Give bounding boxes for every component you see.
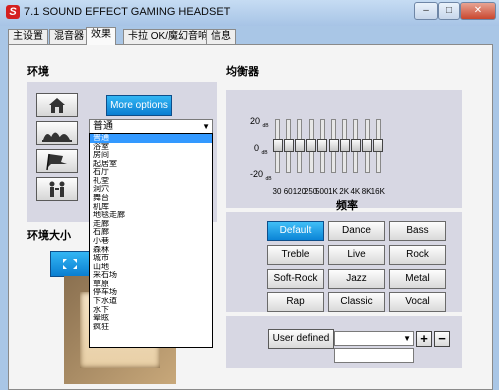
eq-slider-knob[interactable] (306, 139, 317, 152)
environment-option[interactable]: 石厅 (90, 168, 212, 177)
preset-button-rap[interactable]: Rap (267, 292, 324, 312)
environment-option[interactable]: 草原 (90, 280, 212, 289)
preset-button-classic[interactable]: Classic (328, 292, 385, 312)
environment-option[interactable]: 晕眩 (90, 314, 212, 323)
eq-slider-knob[interactable] (272, 139, 283, 152)
environment-option[interactable]: 普通 (90, 134, 212, 143)
environment-option[interactable]: 森林 (90, 246, 212, 255)
db-label-top: 20 dB (250, 116, 269, 129)
preset-button-treble[interactable]: Treble (267, 245, 324, 265)
environment-heading: 环境 (27, 66, 49, 78)
remove-preset-button[interactable]: − (434, 331, 450, 347)
environment-option[interactable]: 山地 (90, 263, 212, 272)
eq-slider-knob[interactable] (373, 139, 384, 152)
db-label-bottom: -20 dB (250, 169, 272, 182)
environment-option[interactable]: 采石场 (90, 271, 212, 280)
eq-slider-knob[interactable] (317, 139, 328, 152)
eq-slider-knob[interactable] (339, 139, 350, 152)
preset-button-metal[interactable]: Metal (389, 269, 446, 289)
environment-option[interactable]: 停车场 (90, 288, 212, 297)
environment-option[interactable]: 起居室 (90, 160, 212, 169)
preset-button-bass[interactable]: Bass (389, 221, 446, 241)
app-logo-icon: S (6, 5, 20, 19)
eq-slider-knob[interactable] (328, 139, 339, 152)
environment-option[interactable]: 洞穴 (90, 185, 212, 194)
maximize-button[interactable]: □ (438, 2, 460, 20)
environment-option[interactable]: 疯狂 (90, 323, 212, 332)
environment-option[interactable]: 城市 (90, 254, 212, 263)
preset-button-vocal[interactable]: Vocal (389, 292, 446, 312)
close-button[interactable]: ✕ (460, 2, 496, 20)
preset-button-soft-rock[interactable]: Soft-Rock (267, 269, 324, 289)
people-icon[interactable] (36, 177, 78, 201)
preset-button-default[interactable]: Default (267, 221, 324, 241)
environment-option[interactable]: 房间 (90, 151, 212, 160)
tab-main-settings[interactable]: 主设置 (8, 29, 48, 44)
opera-house-icon[interactable] (36, 121, 78, 145)
eq-slider-knob[interactable] (294, 139, 305, 152)
user-preset-name-input[interactable] (334, 348, 414, 363)
environment-option[interactable]: 礼堂 (90, 177, 212, 186)
eq-slider-knob[interactable] (283, 139, 294, 152)
environment-option[interactable]: 浴室 (90, 143, 212, 152)
environment-option[interactable]: 小巷 (90, 237, 212, 246)
tab-effects[interactable]: 效果 (86, 27, 116, 45)
environment-size-heading: 环境大小 (27, 230, 71, 242)
preset-button-jazz[interactable]: Jazz (328, 269, 385, 289)
flag-icon[interactable] (36, 149, 78, 173)
tab-karaoke[interactable]: 卡拉 OK/魔幻音响 (123, 29, 214, 44)
tab-mixer[interactable]: 混音器 (49, 29, 89, 44)
add-preset-button[interactable]: + (416, 331, 432, 347)
environment-option[interactable]: 地毯走廊 (90, 211, 212, 220)
eq-slider-knob[interactable] (350, 139, 361, 152)
environment-size-button[interactable] (50, 251, 90, 277)
window-title: 7.1 SOUND EFFECT GAMING HEADSET (24, 6, 231, 18)
environment-dropdown-list[interactable]: 普通 浴室 房间 起居室 石厅 礼堂 洞穴 舞台 机库 地毯走廊 走廊 石廊 小巷 森林 城市 山地 采石场 草原… (89, 133, 213, 348)
environment-option[interactable]: 舞台 (90, 194, 212, 203)
environment-option[interactable]: 走廊 (90, 220, 212, 229)
more-options-button[interactable]: More options (106, 95, 172, 116)
chevron-down-icon: ▼ (202, 122, 210, 131)
environment-option[interactable]: 机库 (90, 203, 212, 212)
equalizer-heading: 均衡器 (226, 66, 259, 78)
preset-button-live[interactable]: Live (328, 245, 385, 265)
minimize-button[interactable]: – (414, 2, 438, 20)
eq-slider-knob[interactable] (362, 139, 373, 152)
environment-option[interactable]: 水下 (90, 306, 212, 315)
environment-option[interactable]: 下水道 (90, 297, 212, 306)
environment-option[interactable]: 石廊 (90, 228, 212, 237)
chevron-down-icon: ▼ (403, 334, 411, 343)
house-icon[interactable] (36, 93, 78, 117)
environment-select-value: 普通 (93, 121, 113, 132)
user-preset-select[interactable]: ▼ (334, 331, 414, 346)
db-label-middle: 0 dB (254, 143, 268, 156)
preset-button-rock[interactable]: Rock (389, 245, 446, 265)
tab-info[interactable]: 信息 (206, 29, 236, 44)
preset-button-dance[interactable]: Dance (328, 221, 385, 241)
user-defined-button[interactable]: User defined (268, 329, 334, 349)
eq-frequency-label: 16K (370, 187, 385, 196)
frequency-heading: 频率 (336, 200, 358, 212)
